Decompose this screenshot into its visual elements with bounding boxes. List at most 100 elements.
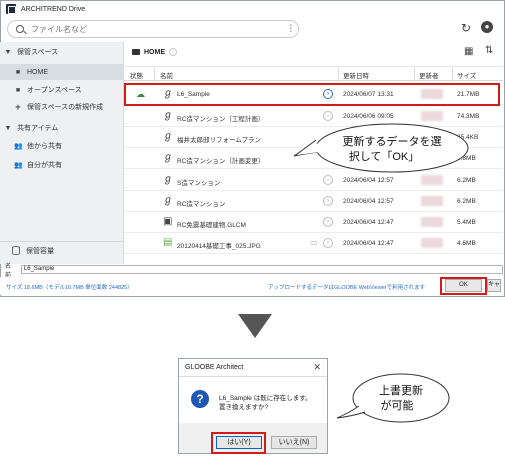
info-icon[interactable]: › bbox=[323, 238, 333, 248]
sidebar-item-label: 自分が共有 bbox=[27, 162, 62, 169]
sort-icon[interactable]: ⇅ bbox=[485, 45, 493, 56]
window-title: ARCHITREND Drive bbox=[21, 5, 86, 13]
storage-capacity[interactable]: 保管容量 bbox=[0, 241, 124, 259]
file-name: RC造マンション（工程計画） bbox=[177, 116, 265, 123]
column-header-status[interactable]: 状態 bbox=[130, 70, 143, 80]
file-name: 20120414基礎工事_025.JPG bbox=[177, 243, 261, 250]
updater-redacted bbox=[421, 217, 443, 227]
table-row[interactable]: ▣ RC免震基礎建物.GLCM › 2024/06/04 12:47 5.4MB bbox=[124, 212, 503, 233]
sidebar-item-label: 保管スペースの新規作成 bbox=[27, 104, 104, 111]
updater-redacted bbox=[421, 111, 443, 121]
folder-icon bbox=[132, 49, 140, 55]
database-icon bbox=[12, 246, 20, 255]
name-field[interactable]: L6_Sample bbox=[20, 265, 503, 274]
column-header-modified[interactable]: 更新日時 bbox=[343, 70, 369, 80]
refresh-icon[interactable]: ↻ bbox=[461, 21, 471, 35]
sidebar-item-label: オープンスペース bbox=[27, 87, 82, 94]
info-icon[interactable]: › bbox=[323, 196, 333, 206]
file-size: 4.6MB bbox=[457, 240, 476, 247]
filter-icon[interactable]: ⫶ bbox=[290, 24, 293, 35]
callout-bubble-select: 更新するデータを選 択して「OK」 bbox=[294, 123, 469, 173]
selected-row-highlight bbox=[124, 83, 500, 106]
callout-line1: 更新するデータを選 bbox=[343, 134, 442, 148]
file-size: 6.2MB bbox=[457, 198, 476, 205]
info-icon[interactable]: › bbox=[323, 111, 333, 121]
gloobe-icon: ℊ bbox=[163, 131, 173, 142]
user-account-icon[interactable]: ● bbox=[481, 21, 493, 33]
file-date: 2024/06/04 12:47 bbox=[343, 240, 394, 247]
breadcrumb: HOME › bbox=[124, 42, 503, 62]
sidebar-item-shared-from-others[interactable]: 👥 他から共有 bbox=[0, 138, 124, 154]
column-divider bbox=[414, 67, 415, 82]
sidebar-item-label: HOME bbox=[27, 68, 48, 76]
plus-icon: + bbox=[15, 102, 21, 112]
info-icon[interactable]: › bbox=[323, 175, 333, 185]
callout-line1: 上書更新 bbox=[379, 383, 423, 397]
down-arrow-icon bbox=[238, 314, 272, 338]
folder-icon: ■ bbox=[15, 68, 21, 76]
info-icon[interactable]: › bbox=[169, 48, 177, 56]
updater-redacted bbox=[421, 175, 443, 185]
file-name: RC造マンション bbox=[177, 201, 226, 208]
people-icon: 👥 bbox=[14, 162, 23, 169]
table-row[interactable]: ℊ RC造マンション › 2024/06/04 12:57 6.2MB bbox=[124, 191, 503, 212]
sidebar-item-shared-by-me[interactable]: 👥 自分が共有 bbox=[0, 157, 124, 173]
close-icon[interactable]: ✕ bbox=[313, 362, 321, 373]
sidebar-item-openspace[interactable]: ■ オープンスペース bbox=[0, 82, 124, 98]
column-divider bbox=[154, 67, 155, 82]
file-name: 福井太郎邸リフォームプラン bbox=[177, 137, 261, 144]
file-date: 2024/06/06 09:05 bbox=[343, 113, 394, 120]
upload-info-link[interactable]: アップロードするデータはGLOOBE WebViewerで利用されます bbox=[268, 283, 425, 291]
folder-icon: ■ bbox=[15, 86, 21, 94]
search-icon bbox=[16, 25, 24, 33]
sidebar-item-label: 共有アイテム bbox=[17, 125, 59, 132]
question-icon: ? bbox=[191, 390, 209, 408]
search-box[interactable]: ⫶ bbox=[7, 20, 299, 38]
image-preview-icon[interactable]: ▭ bbox=[310, 238, 318, 247]
title-bar: ARCHITREND Drive bbox=[1, 1, 504, 17]
no-button[interactable]: いいえ(N) bbox=[271, 436, 317, 449]
storage-label: 保管容量 bbox=[26, 247, 54, 255]
file-size: 5.4MB bbox=[457, 219, 476, 226]
column-header-updater[interactable]: 更新者 bbox=[419, 70, 439, 80]
updater-redacted bbox=[421, 238, 443, 248]
triangle-down-icon: ▼ bbox=[4, 48, 12, 56]
column-divider bbox=[338, 67, 339, 82]
search-row: ⫶ bbox=[1, 17, 504, 43]
dialog-title-bar: GLOOBE Architect ✕ bbox=[179, 359, 327, 377]
grid-view-icon[interactable]: ▦ bbox=[464, 46, 473, 57]
status-bar: サイズ 18.6MB（モデル10.7MB 単位面数 244825） アップロード… bbox=[0, 277, 503, 295]
column-header-size[interactable]: サイズ bbox=[457, 70, 476, 80]
column-divider bbox=[452, 67, 453, 82]
updater-redacted bbox=[421, 196, 443, 206]
sidebar-section-shared[interactable]: ▼ 共有アイテム bbox=[0, 120, 124, 136]
model-file-icon: ▣ bbox=[163, 216, 173, 227]
breadcrumb-current[interactable]: HOME bbox=[144, 49, 165, 56]
table-header: 状態 名前 更新日時 更新者 サイズ bbox=[124, 66, 503, 82]
file-name: RC免震基礎建物.GLCM bbox=[177, 222, 246, 229]
size-info: サイズ 18.6MB（モデル10.7MB 単位面数 244825） bbox=[6, 285, 133, 291]
sidebar-item-home[interactable]: ■ HOME bbox=[0, 64, 124, 80]
file-name: S造マンション bbox=[177, 180, 221, 187]
name-label: 名前 bbox=[5, 263, 12, 279]
sidebar-item-new-storage[interactable]: + 保管スペースの新規作成 bbox=[0, 99, 124, 115]
callout-bubble-overwrite: 上書更新 が可能 bbox=[336, 373, 450, 423]
column-header-name[interactable]: 名前 bbox=[160, 70, 173, 80]
gloobe-icon: ℊ bbox=[163, 195, 173, 206]
search-input[interactable] bbox=[31, 24, 271, 34]
file-date: 2024/06/04 12:47 bbox=[343, 219, 394, 226]
callout-line2: 択して「OK」 bbox=[349, 149, 420, 163]
app-logo-icon bbox=[6, 4, 16, 14]
gloobe-icon: ℊ bbox=[163, 152, 173, 163]
gloobe-icon: ℊ bbox=[163, 174, 173, 185]
info-icon[interactable]: › bbox=[323, 217, 333, 227]
table-row[interactable]: ▤ 20120414基礎工事_025.JPG ▭ › 2024/06/04 12… bbox=[124, 233, 503, 254]
file-name: RC造マンション（計画変更） bbox=[177, 158, 265, 165]
sidebar-item-label: 保管スペース bbox=[17, 49, 59, 56]
sidebar: ▼ 保管スペース ■ HOME ■ オープンスペース + 保管スペースの新規作成… bbox=[0, 42, 124, 264]
file-size: 6.2MB bbox=[457, 177, 476, 184]
cancel-button[interactable]: キャンセル bbox=[487, 279, 501, 292]
sidebar-section-storage[interactable]: ▼ 保管スペース bbox=[0, 44, 124, 60]
sidebar-item-label: 他から共有 bbox=[27, 143, 62, 150]
file-size: 74.3MB bbox=[457, 113, 480, 120]
